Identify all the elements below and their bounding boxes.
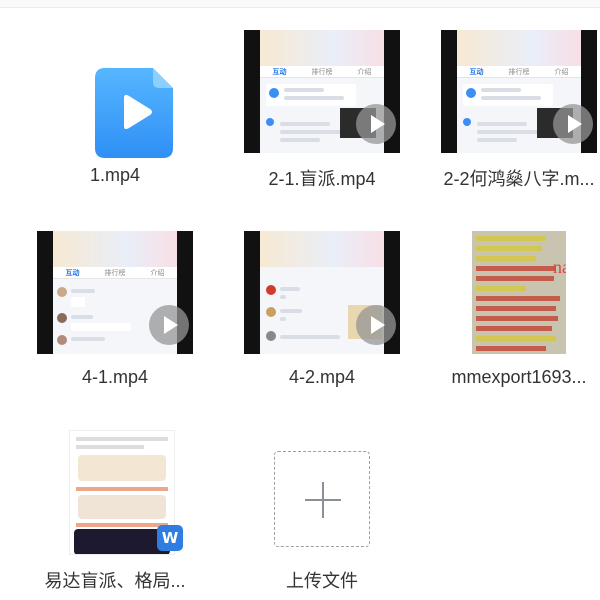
top-divider xyxy=(0,0,600,8)
play-icon xyxy=(149,305,189,345)
overlay-text: na xyxy=(553,257,566,277)
file-item-5[interactable]: 4-2.mp4 xyxy=(227,221,417,401)
file-name: 1.mp4 xyxy=(89,165,141,185)
file-item-4[interactable]: 互动 排行榜 介绍 4-1.mp4 xyxy=(20,221,210,401)
file-item-6[interactable]: na mmexport1693... xyxy=(424,221,600,401)
file-name: 易达盲派、格局... xyxy=(44,571,186,591)
play-icon xyxy=(356,305,396,345)
file-name: 4-1.mp4 xyxy=(81,367,149,387)
word-doc-icon: W xyxy=(157,525,183,551)
image-thumbnail: na xyxy=(472,231,566,354)
video-file-icon xyxy=(95,68,173,158)
file-item-2[interactable]: 互动 排行榜 介绍 2-1.盲派.mp4 xyxy=(227,20,417,200)
file-name: 4-2.mp4 xyxy=(288,367,356,387)
file-item-3[interactable]: 互动 排行榜 介绍 2-2何鸿燊八字.m... xyxy=(424,20,600,200)
file-name: 2-2何鸿燊八字.m... xyxy=(443,169,595,189)
video-thumbnail: 互动 排行榜 介绍 xyxy=(37,231,193,354)
play-icon xyxy=(356,104,396,144)
file-item-1[interactable]: 1.mp4 xyxy=(20,20,210,200)
file-name: 2-1.盲派.mp4 xyxy=(268,169,376,189)
play-icon xyxy=(553,104,593,144)
file-item-7[interactable]: W 易达盲派、格局... xyxy=(20,420,210,600)
video-thumbnail xyxy=(244,231,400,354)
upload-label: 上传文件 xyxy=(286,571,358,591)
video-thumbnail: 互动 排行榜 介绍 xyxy=(244,30,400,153)
video-thumbnail: 互动 排行榜 介绍 xyxy=(441,30,597,153)
file-name: mmexport1693... xyxy=(451,367,587,387)
upload-button[interactable] xyxy=(274,451,370,547)
